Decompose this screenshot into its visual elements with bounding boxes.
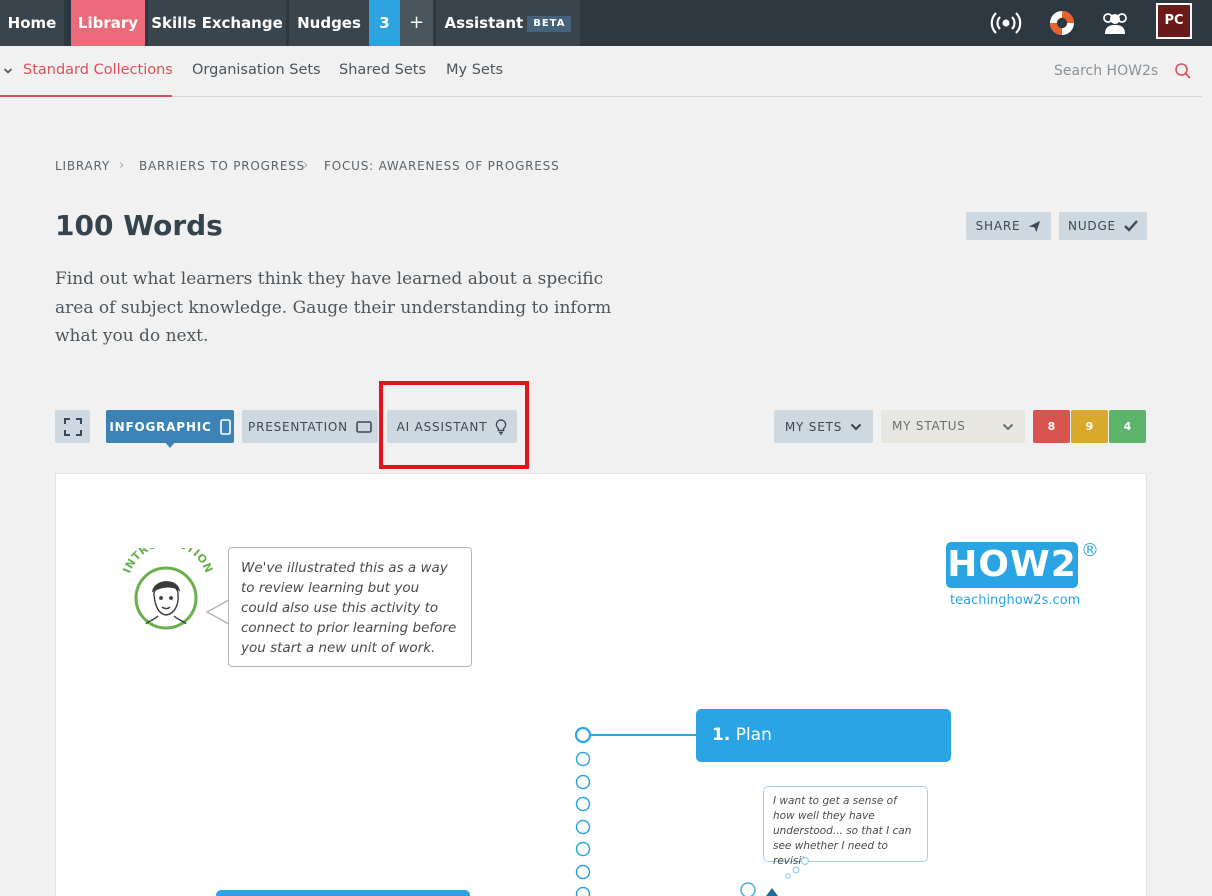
intro-speech-bubble: We've illustrated this as a way to revie… (228, 547, 472, 667)
nav-nudges[interactable]: Nudges (289, 0, 369, 46)
breadcrumb-separator-icon: › (303, 158, 309, 173)
add-nudge-button[interactable]: + (400, 0, 433, 46)
green-count-badge[interactable]: 4 (1109, 410, 1146, 443)
step-number: 1. (712, 725, 731, 745)
my-status-label: MY STATUS (892, 419, 966, 433)
share-button[interactable]: SHARE (966, 212, 1051, 240)
active-tab-underline (0, 95, 172, 97)
red-count-badge[interactable]: 8 (1033, 410, 1070, 443)
infographic-tab[interactable]: INFOGRAPHIC (106, 410, 234, 443)
search-icon[interactable] (1174, 62, 1192, 80)
check-icon (1124, 220, 1138, 232)
thought-bubble: I want to get a sense of how well they h… (763, 786, 928, 867)
breadcrumb-barriers[interactable]: BARRIERS TO PROGRESS (139, 159, 305, 173)
send-icon (1029, 220, 1041, 232)
nudges-count-badge[interactable]: 3 (369, 0, 400, 46)
fullscreen-button[interactable] (55, 410, 90, 443)
nav-skills-exchange[interactable]: Skills Exchange (148, 0, 286, 46)
share-label: SHARE (975, 219, 1021, 233)
active-tab-pointer (164, 441, 176, 448)
nav-library[interactable]: Library (71, 0, 145, 46)
breadcrumb-library[interactable]: LIBRARY (55, 159, 110, 173)
tab-shared-sets[interactable]: Shared Sets (339, 62, 426, 78)
my-status-select[interactable]: MY STATUS (881, 410, 1025, 443)
infographic-label: INFOGRAPHIC (109, 419, 212, 434)
nudge-button[interactable]: NUDGE (1059, 212, 1147, 240)
subnav-divider (0, 96, 1202, 97)
highlight-annotation (379, 381, 529, 469)
my-sets-dropdown[interactable]: MY SETS (774, 410, 873, 443)
broadcast-icon[interactable] (990, 7, 1022, 39)
amber-count-badge[interactable]: 9 (1071, 410, 1108, 443)
page-title: 100 Words (55, 209, 223, 242)
beta-badge: BETA (527, 16, 572, 32)
how2-logo: HOW2 (946, 542, 1078, 588)
portrait-icon (219, 418, 231, 435)
introduction-badge: INTRODUCTION (120, 548, 215, 630)
step-label: Plan (735, 725, 772, 745)
search-input[interactable]: Search HOW2s (1054, 63, 1158, 79)
breadcrumb-separator-icon: › (119, 158, 125, 173)
presentation-tab[interactable]: PRESENTATION (242, 410, 378, 443)
breadcrumb-focus[interactable]: FOCUS: AWARENESS OF PROGRESS (324, 159, 560, 173)
nav-assistant-label: Assistant (444, 14, 524, 32)
step-plan-box: 1. Plan (696, 709, 951, 762)
expand-icon (63, 417, 82, 436)
community-icon[interactable] (1099, 7, 1131, 39)
timeline-dots (574, 727, 698, 896)
landscape-icon (356, 420, 372, 433)
intro-text: We've illustrated this as a way to revie… (241, 560, 457, 656)
sub-navigation (0, 46, 1212, 97)
thought-trail (740, 856, 810, 896)
tab-my-sets[interactable]: My Sets (446, 62, 503, 78)
nudge-label: NUDGE (1068, 219, 1116, 233)
next-step-box (216, 890, 470, 896)
lifebuoy-icon[interactable] (1046, 7, 1078, 39)
nav-home[interactable]: Home (0, 0, 64, 46)
my-sets-label: MY SETS (784, 419, 843, 434)
registered-mark: ® (1081, 540, 1099, 561)
tab-standard-collections[interactable]: Standard Collections (23, 62, 173, 78)
speech-bubble-tail (206, 599, 230, 625)
page-description: Find out what learners think they have l… (55, 269, 612, 346)
chevron-down-icon (850, 423, 862, 431)
nav-assistant[interactable]: Assistant BETA (436, 0, 580, 46)
chevron-down-icon (1002, 423, 1014, 431)
presentation-label: PRESENTATION (248, 419, 348, 434)
user-avatar[interactable]: PC (1156, 3, 1192, 39)
how2-url: teachinghow2s.com (950, 593, 1081, 608)
tab-organisation-sets[interactable]: Organisation Sets (192, 62, 321, 78)
chevron-down-icon[interactable] (3, 66, 13, 76)
